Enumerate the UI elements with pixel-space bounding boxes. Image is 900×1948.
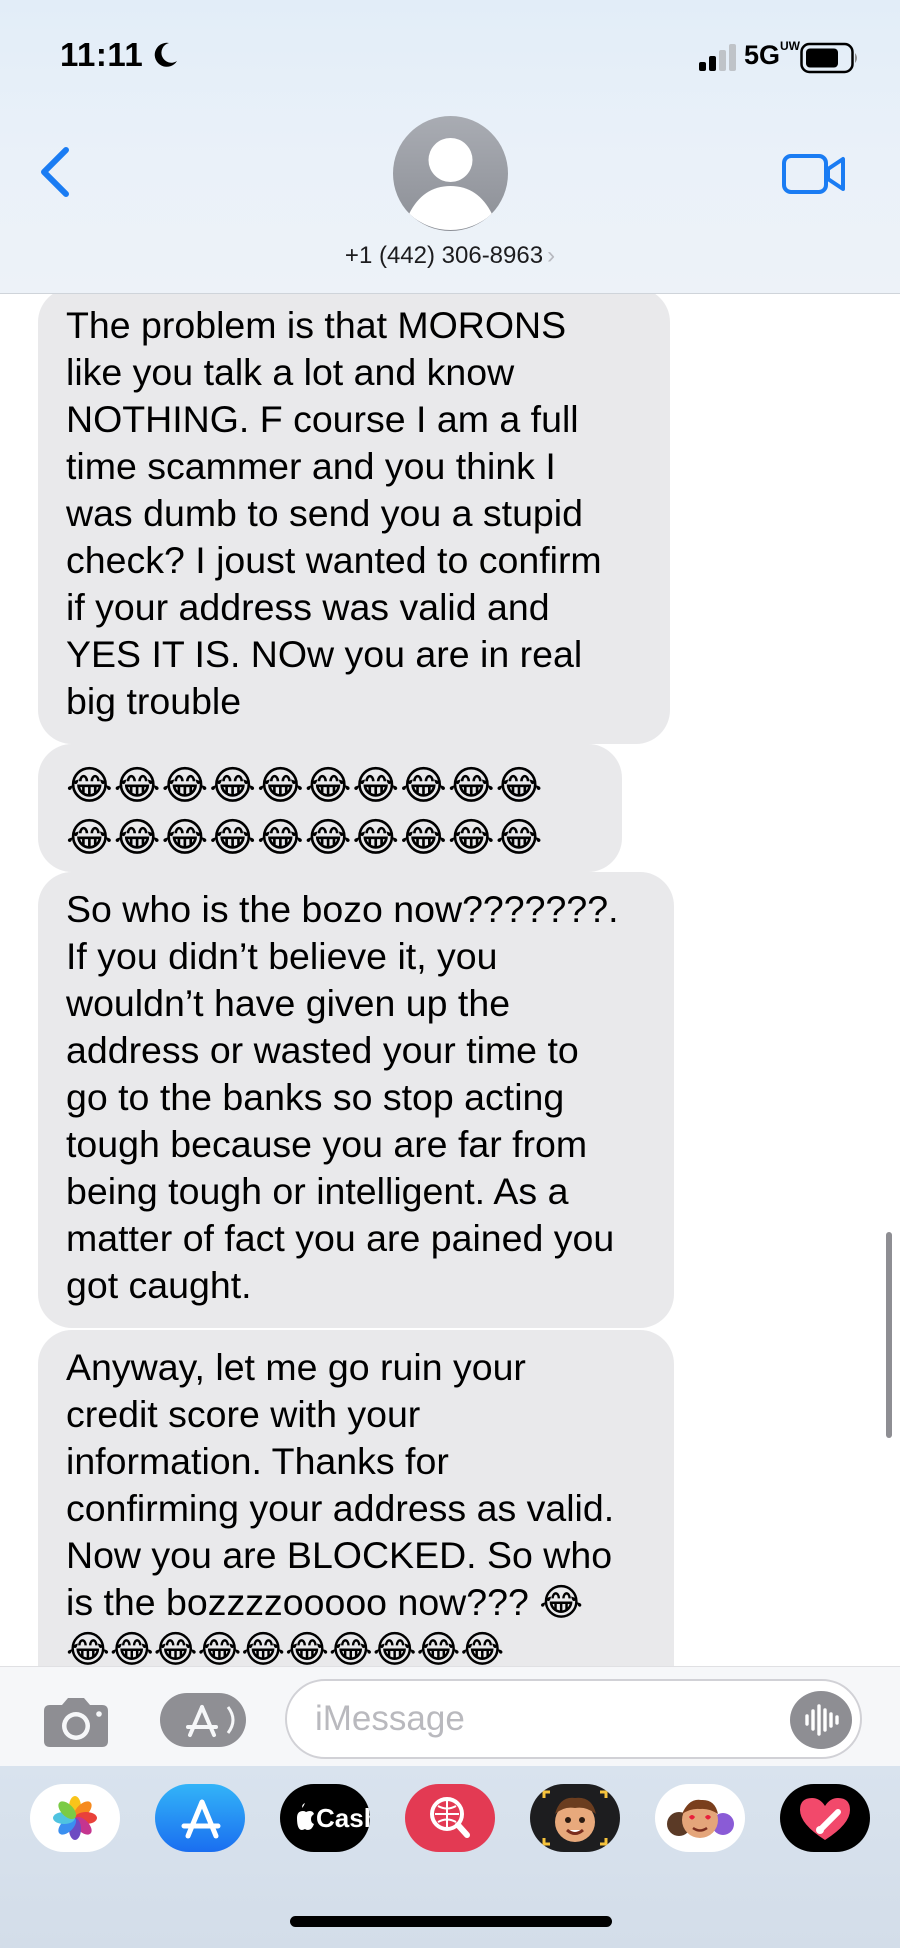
network-type: 5G: [744, 40, 781, 70]
camera-icon[interactable]: [40, 1697, 112, 1749]
imessage-input[interactable]: [285, 1679, 862, 1759]
app-store-app-icon[interactable]: [155, 1784, 245, 1852]
chevron-right-icon: ›: [547, 242, 556, 269]
compose-bar: [0, 1666, 900, 1766]
message-bubble[interactable]: Anyway, let me go ruin your credit score…: [38, 1330, 674, 1666]
digital-touch-app-icon[interactable]: [780, 1784, 870, 1852]
moon-icon: [154, 42, 177, 67]
apple-cash-app-icon[interactable]: Cash: [280, 1784, 370, 1852]
message-bubble[interactable]: 😂😂😂😂😂😂😂😂😂😂 😂😂😂😂😂😂😂😂😂😂: [38, 744, 622, 872]
network-suffix: UW: [780, 39, 800, 53]
battery-icon: [800, 42, 857, 74]
home-indicator[interactable]: [290, 1916, 612, 1927]
status-time: 11:11: [60, 36, 144, 73]
photos-app-icon[interactable]: [30, 1784, 120, 1852]
back-chevron-icon[interactable]: [36, 142, 76, 202]
message-bubble[interactable]: So who is the bozo now???????. If you di…: [38, 872, 674, 1328]
image-search-app-icon[interactable]: [405, 1784, 495, 1852]
apple-cash-label: Cash: [316, 1803, 370, 1833]
message-thread[interactable]: The problem is that MORONS like you talk…: [0, 294, 900, 1666]
app-store-icon[interactable]: [160, 1693, 246, 1747]
contact-name-button[interactable]: +1 (442) 306-8963 ›: [0, 242, 900, 270]
video-camera-icon[interactable]: [782, 152, 846, 196]
contact-number: +1 (442) 306-8963: [344, 242, 544, 269]
person-avatar-icon[interactable]: [393, 116, 508, 231]
conversation-header: 11:11 5G UW +1 (442) 306-8963 ›: [0, 0, 900, 294]
message-bubble[interactable]: The problem is that MORONS like you talk…: [38, 294, 670, 744]
app-drawer: Cash: [0, 1766, 900, 1948]
audio-waveform-icon[interactable]: [790, 1691, 852, 1749]
signal-icon: [699, 44, 736, 71]
memoji-app-icon[interactable]: [530, 1784, 620, 1852]
scroll-indicator[interactable]: [886, 1232, 892, 1438]
memoji-stickers-app-icon[interactable]: [655, 1784, 745, 1852]
